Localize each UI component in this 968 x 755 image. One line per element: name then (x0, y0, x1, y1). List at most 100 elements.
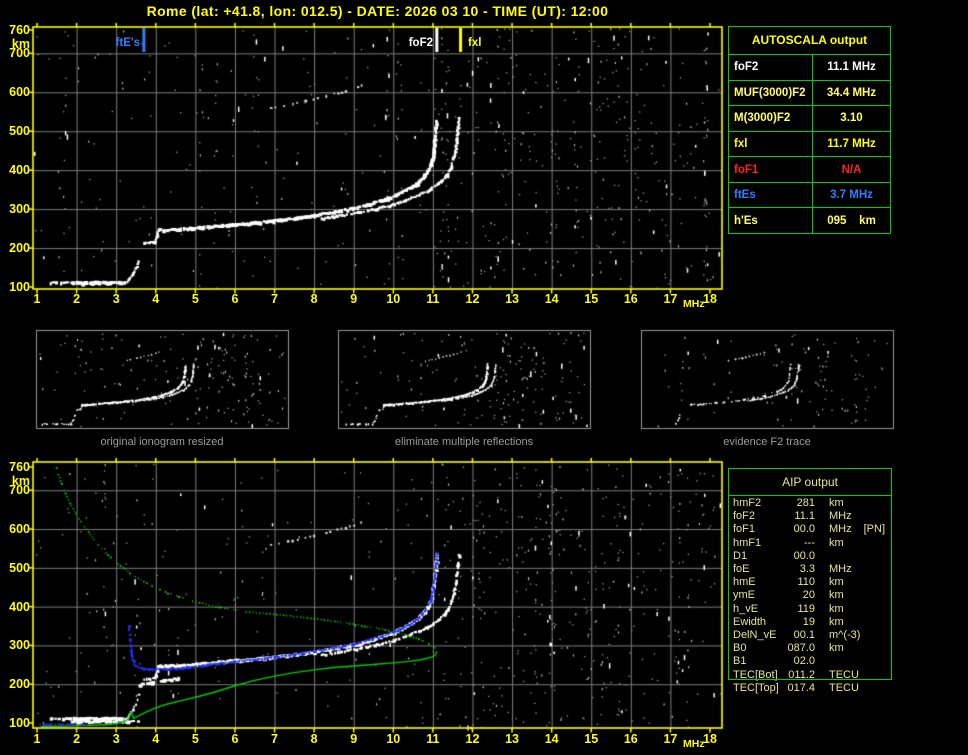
aip-row-TEC[Top]: TEC[Top] 017.4 TECU (733, 682, 963, 695)
aip-row-unit: MHz (829, 523, 852, 536)
aip-row-unit: km (829, 642, 844, 655)
page-title: Rome (lat: +41.8, lon: 012.5) - DATE: 20… (146, 3, 609, 19)
aip-row-Ewidth: Ewidth 19 km (733, 616, 963, 629)
aip-row-value: 011.2 (788, 668, 815, 681)
x-tick-label-top: 5 (191, 292, 199, 306)
x-tick-label-top: 6 (231, 292, 239, 306)
aip-row-foF1: foF1 00.0 MHz [PN] (733, 523, 963, 536)
x-tick-label-top: 18 (703, 292, 717, 306)
x-tick-label-top: 15 (584, 292, 599, 306)
autoscala-table-header: AUTOSCALA output (751, 33, 868, 47)
y-tick-label-top: 760 (9, 23, 30, 37)
aip-row-value: 20 (802, 589, 815, 602)
aip-row-unit: km (829, 576, 844, 589)
x-tick-label-bottom: 10 (386, 732, 401, 746)
y-tick-label-bottom: 500 (9, 560, 30, 575)
autoscala-row-M(3000)F2: M(3000)F2 3.10 (729, 105, 890, 131)
aip-row-label: B0 (733, 642, 747, 655)
aip-row-extra: [PN] (863, 523, 886, 536)
aip-row-unit: MHz (829, 510, 852, 523)
aip-row-label: ymE (733, 589, 755, 602)
aip-row-label: TEC[Bot] (733, 668, 778, 681)
aip-row-label: foF1 (733, 523, 756, 536)
aip-row-label: h_vE (733, 602, 759, 615)
autoscala-row-MUF(3000)F2: MUF(3000)F2 34.4 MHz (729, 79, 890, 106)
x-tick-label-bottom: 16 (623, 732, 638, 746)
x-tick-label-top: 8 (310, 292, 318, 306)
aip-row-unit (815, 655, 829, 668)
x-tick-label-bottom: 11 (426, 732, 440, 746)
autoscala-row-value: 095 km (827, 214, 876, 227)
y-tick-label-bottom: 700 (9, 483, 30, 498)
x-tick-label-top: 11 (426, 292, 440, 306)
y-tick-label-bottom: 100 (9, 716, 30, 730)
aip-row-D1: D1 00.0 (733, 550, 963, 563)
aip-row-label: DelN_vE (733, 629, 777, 642)
aip-row-extra (844, 642, 856, 655)
aip-row-unit: km (829, 589, 844, 602)
x-tick-label-bottom: 5 (191, 732, 199, 746)
x-tick-label-top: 2 (73, 292, 81, 306)
y-tick-label-top: 400 (9, 163, 30, 178)
panel-caption-eliminate: eliminate multiple reflections (394, 436, 534, 448)
autoscala-row-label: foF1 (729, 157, 813, 182)
autoscala-row-ftEs: ftEs 3.7 MHz (729, 181, 890, 208)
aip-row-unit: km (829, 536, 844, 549)
autoscala-row-label: M(3000)F2 (729, 106, 813, 131)
aip-row-label: D1 (733, 549, 748, 562)
aip-row-extra (859, 669, 871, 682)
aip-row-value: --- (804, 536, 815, 549)
aip-row-label: TEC[Top] (733, 681, 779, 694)
aip-row-extra (860, 629, 872, 642)
fxl-marker-label: fxl (468, 37, 482, 49)
aip-row-extra (829, 655, 841, 668)
aip-row-label: B1 (733, 655, 747, 668)
aip-row-extra (829, 550, 841, 563)
autoscala-row-fxl: fxl 11.7 MHz (729, 130, 890, 157)
x-tick-label-bottom: 9 (350, 732, 358, 746)
aip-row-value: 3.3 (799, 563, 815, 576)
x-tick-label-bottom: 7 (271, 732, 278, 746)
aip-row-extra (859, 682, 871, 695)
aip-row-label: foF2 (733, 510, 756, 523)
x-tick-label-bottom: 12 (465, 732, 480, 746)
aip-row-label: hmF2 (733, 497, 762, 509)
autoscala-row-label: foF2 (729, 55, 813, 80)
panel-caption-evidence: evidence F2 trace (723, 436, 811, 448)
autoscala-row-label: ftEs (729, 182, 813, 208)
autoscala-row-label: fxl (729, 131, 813, 157)
x-tick-label-bottom: 6 (231, 732, 239, 746)
x-tick-label-bottom: 1 (33, 732, 41, 746)
aip-row-value: 00.0 (793, 549, 815, 562)
aip-row-value: 119 (797, 602, 815, 615)
x-tick-label-top: 16 (623, 292, 638, 306)
x-tick-label-top: 9 (350, 292, 358, 306)
aip-row-extra (844, 576, 856, 589)
aip-row-TEC[Bot]: TEC[Bot] 011.2 TECU (733, 669, 963, 682)
aip-row-value: 087.0 (787, 642, 815, 655)
y-tick-label-top: 600 (9, 85, 30, 100)
x-tick-label-bottom: 15 (584, 732, 599, 746)
y-tick-label-top: 100 (9, 280, 30, 294)
aip-row-value: 19 (802, 615, 815, 628)
x-tick-label-bottom: 17 (663, 732, 678, 746)
x-tick-label-bottom: 8 (310, 732, 318, 746)
autoscala-row-value: 3.10 (840, 112, 863, 125)
autoscala-row-value: 11.7 MHz (827, 138, 876, 151)
aip-row-unit: TECU (829, 681, 859, 694)
aip-row-extra (852, 510, 864, 523)
aip-row-hmF1: hmF1 --- km (733, 537, 963, 550)
aip-row-value: 00.0 (793, 523, 815, 536)
y-tick-label-top: 700 (9, 46, 30, 61)
autoscala-row-value: 11.1 MHz (827, 61, 876, 74)
aip-row-hmF2: hmF2 281 km (733, 497, 963, 510)
ftes-marker-label: ftE's (115, 37, 140, 49)
aip-row-extra (844, 616, 856, 629)
x-tick-label-bottom: 14 (544, 732, 559, 746)
y-tick-label-bottom: 300 (9, 638, 30, 653)
autoscala-row-value: N/A (841, 163, 862, 176)
autoscala-row-value: 34.4 MHz (826, 86, 877, 99)
x-tick-label-top: 7 (271, 292, 278, 306)
y-tick-label-top: 200 (9, 241, 30, 256)
aip-row-extra (844, 497, 856, 510)
